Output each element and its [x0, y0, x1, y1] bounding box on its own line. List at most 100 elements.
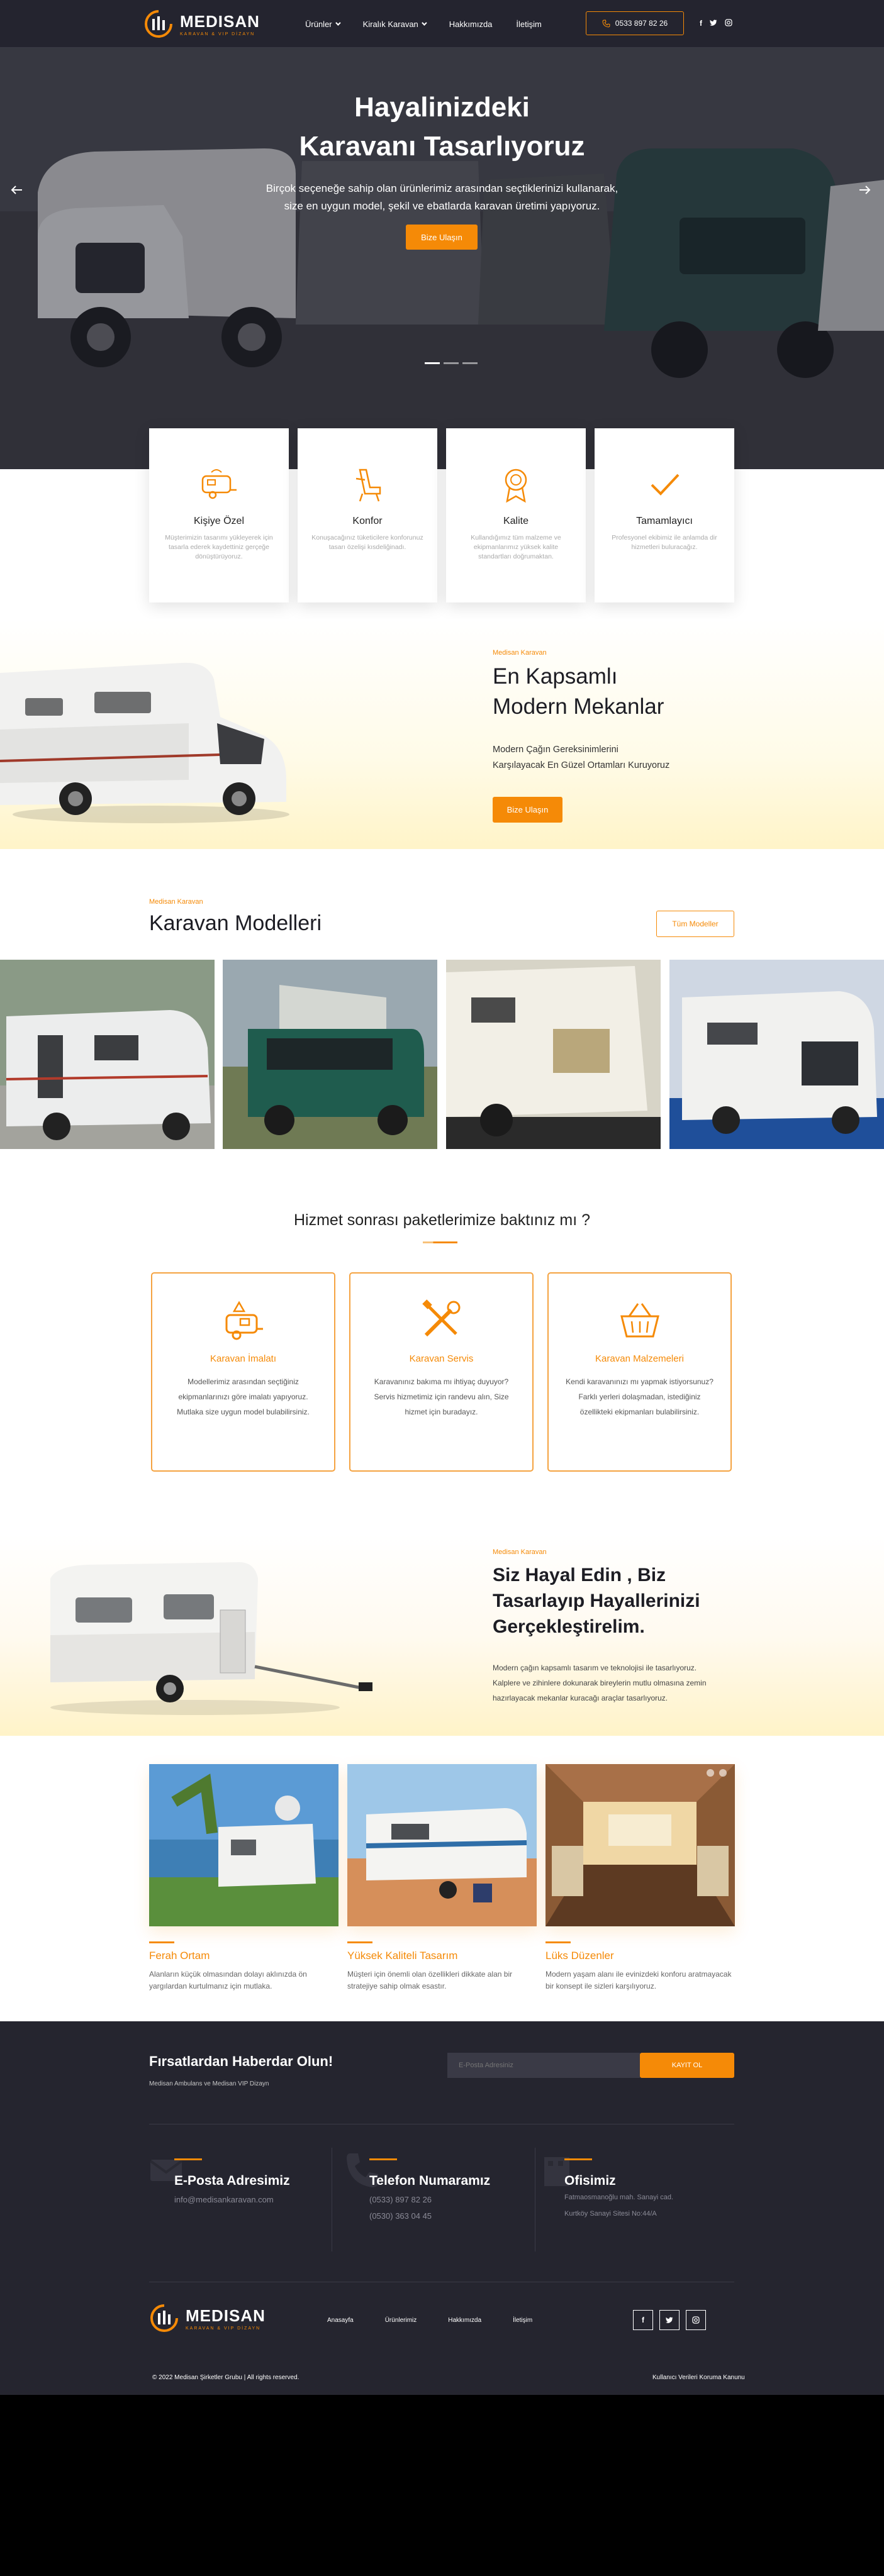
- nav-label: Ürünler: [305, 19, 332, 29]
- contact-phone-value[interactable]: (0530) 363 04 45: [369, 2211, 432, 2221]
- contact-phone-value[interactable]: (0533) 897 82 26: [369, 2195, 432, 2204]
- modern-title: En Kapsamlı Modern Mekanlar: [493, 662, 664, 722]
- footer-nav-iletisim[interactable]: İletişim: [513, 2317, 532, 2324]
- hero-title-line: Karavanı Tasarlıyoruz: [299, 131, 585, 162]
- contact-accent-line: [564, 2158, 592, 2160]
- model-image[interactable]: [446, 960, 661, 1149]
- all-models-button[interactable]: Tüm Modeller: [656, 911, 734, 937]
- service-text-line: Modellerimiz arasından seçtiğiniz: [187, 1377, 299, 1386]
- brand-tagline: KARAVAN & VIP DİZAYN: [180, 31, 255, 36]
- modern-contact-button[interactable]: Bize Ulaşın: [493, 797, 562, 823]
- nav-item-iletisim[interactable]: İletişim: [516, 19, 541, 29]
- feature-title: Kişiye Özel: [193, 516, 245, 526]
- footer-nav-anasayfa[interactable]: Anasayfa: [327, 2317, 354, 2324]
- service-title: Karavan İmalatı: [210, 1353, 277, 1364]
- twitter-icon[interactable]: [659, 2310, 680, 2330]
- instagram-icon[interactable]: [686, 2310, 706, 2330]
- nav-item-hakkimizda[interactable]: Hakkımızda: [449, 19, 493, 29]
- footer-social: f: [633, 2310, 706, 2330]
- service-card[interactable]: Karavan İmalatı Modellerimiz arasından s…: [151, 1272, 335, 1472]
- service-text-line: Servis hizmetimiz için randevu alın, Siz…: [374, 1392, 509, 1401]
- model-image[interactable]: [0, 960, 215, 1149]
- gallery-accent-line: [546, 1941, 571, 1943]
- feature-text: Kullandığımız tüm malzeme ve ekipmanları…: [471, 534, 561, 560]
- gallery-image[interactable]: [347, 1764, 537, 1926]
- model-image[interactable]: [223, 960, 437, 1149]
- header-phone-button[interactable]: 0533 897 82 26: [586, 11, 684, 35]
- footer-nav-hakkimizda[interactable]: Hakkımızda: [448, 2317, 481, 2324]
- seat-icon: [355, 469, 381, 502]
- nav-label: Hakkımızda: [449, 19, 493, 29]
- facebook-icon[interactable]: f: [700, 19, 702, 28]
- phone-icon: [602, 19, 610, 27]
- service-text-line: ekipmanlarınızı göre imalatı yapıyoruz.: [178, 1392, 308, 1401]
- service-text-line: Karavanınız bakıma mı ihtiyaç duyuyor?: [374, 1377, 509, 1386]
- nav-label: Kiralık Karavan: [362, 19, 418, 29]
- gallery-accent-line: [347, 1941, 372, 1943]
- footer-nav-urunlerimiz[interactable]: Ürünlerimiz: [385, 2317, 417, 2324]
- modern-kicker: Medisan Karavan: [493, 649, 547, 657]
- service-card[interactable]: Karavan Servis Karavanınız bakıma mı iht…: [349, 1272, 534, 1472]
- nav-item-urunler[interactable]: Ürünler: [305, 19, 341, 29]
- slider-dots: [425, 362, 478, 364]
- gallery-text: Modern yaşam alanı ile evinizdeki konfor…: [546, 1970, 732, 1990]
- hero-title-line: Hayalinizdeki: [354, 92, 530, 123]
- award-icon: [505, 469, 527, 503]
- copyright-text: © 2022 Medisan Şirketler Grubu | All rig…: [152, 2374, 299, 2381]
- newsletter-subtitle: Medisan Ambulans ve Medisan VIP Dizayn: [149, 2080, 269, 2087]
- service-text-line: Mutlaka size uygun model bulabilirsiniz.: [177, 1407, 310, 1416]
- gallery-text: Alanların küçük olmasından dolayı aklını…: [149, 1970, 307, 1990]
- hero-title: Hayalinizdeki Karavanı Tasarlıyoruz: [0, 88, 884, 166]
- basket-icon: [620, 1303, 659, 1338]
- feature-text: Profesyonel ekibimiz ile anlamda dir hiz…: [612, 534, 717, 551]
- nav-item-kiralik-karavan[interactable]: Kiralık Karavan: [362, 19, 427, 29]
- service-text: Modellerimiz arasından seçtiğiniz ekipma…: [166, 1374, 320, 1419]
- contact-email: E-Posta Adresimiz info@medisankaravan.co…: [149, 2151, 344, 2251]
- tools-icon: [422, 1299, 460, 1337]
- footer-nav: Anasayfa Ürünlerimiz Hakkımızda İletişim: [327, 2317, 532, 2324]
- gallery-title: Ferah Ortam: [149, 1950, 210, 1962]
- twitter-icon[interactable]: [710, 19, 717, 26]
- feature-title: Konfor: [352, 516, 383, 526]
- contact-accent-line: [174, 2158, 202, 2160]
- arrow-right-icon[interactable]: [857, 182, 872, 197]
- main-nav: Ürünler Kiralık Karavan Hakkımızda İleti…: [305, 0, 542, 48]
- kvkk-link[interactable]: Kullanıcı Verileri Koruma Kanunu: [652, 2374, 745, 2381]
- dream-title-line: Siz Hayal Edin , Biz: [493, 1565, 666, 1585]
- gallery-text: Müşteri için önemli olan özellikleri dik…: [347, 1970, 513, 1990]
- newsletter-submit-button[interactable]: KAYIT OL: [640, 2053, 734, 2078]
- dream-text: Modern çağın kapsamlı tasarım ve teknolo…: [493, 1663, 707, 1702]
- slider-dot[interactable]: [462, 362, 478, 364]
- slider-dot[interactable]: [444, 362, 459, 364]
- models-title: Karavan Modelleri: [149, 911, 322, 935]
- models-kicker: Medisan Karavan: [149, 898, 203, 906]
- newsletter-title: Fırsatlardan Haberdar Olun!: [149, 2053, 333, 2069]
- hero-desc-line: Birçok seçeneğe sahip olan ürünlerimiz a…: [266, 182, 618, 194]
- modern-text-line: Karşılayacak En Güzel Ortamları Kuruyoru…: [493, 760, 670, 770]
- facebook-icon[interactable]: f: [633, 2310, 653, 2330]
- site-logo[interactable]: MEDISAN KARAVAN & VIP DİZAYN: [143, 6, 269, 42]
- service-title: Karavan Malzemeleri: [595, 1353, 684, 1364]
- contact-address-line: Kurtköy Sanayi Sitesi No:44/A: [564, 2210, 657, 2218]
- gallery-image[interactable]: [149, 1764, 338, 1926]
- nav-label: İletişim: [516, 19, 542, 29]
- gallery-accent-line: [149, 1941, 174, 1943]
- feature-card: Tamamlayıcı Profesyonel ekibimiz ile anl…: [595, 428, 734, 602]
- gallery-image[interactable]: [546, 1764, 735, 1926]
- hero-contact-button[interactable]: Bize Ulaşın: [406, 225, 478, 250]
- footer-logo[interactable]: MEDISAN KARAVAN & VIP DİZAYN: [149, 2303, 266, 2333]
- newsletter-email-input[interactable]: [447, 2053, 640, 2078]
- slider-dot[interactable]: [425, 362, 440, 364]
- contact-title: E-Posta Adresimiz: [174, 2174, 290, 2188]
- model-image[interactable]: [669, 960, 884, 1149]
- service-title: Karavan Servis: [409, 1353, 474, 1364]
- arrow-left-icon[interactable]: [9, 182, 25, 197]
- gallery-title: Lüks Düzenler: [546, 1950, 614, 1962]
- brand-tagline: KARAVAN & VIP DİZAYN: [186, 2326, 261, 2331]
- instagram-icon[interactable]: [725, 19, 732, 26]
- contact-email-value[interactable]: info@medisankaravan.com: [174, 2195, 274, 2204]
- chevron-down-icon: [421, 20, 427, 26]
- service-card[interactable]: Karavan Malzemeleri Kendi karavanınızı m…: [547, 1272, 732, 1472]
- service-text-line: hizmet için buradayız.: [405, 1407, 478, 1416]
- check-icon: [651, 474, 680, 496]
